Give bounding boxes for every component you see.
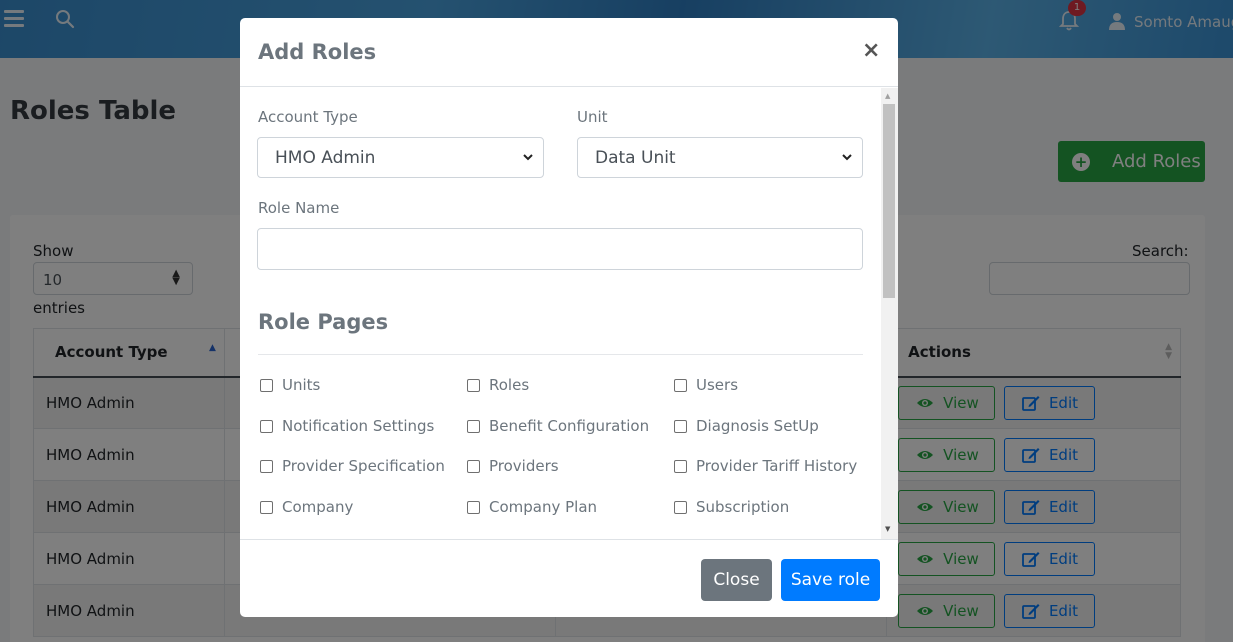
checkbox-roles[interactable]: Roles xyxy=(467,376,529,394)
modal-body: Account Type HMO Admin Unit Data Unit Ro… xyxy=(240,88,898,539)
account-type-label: Account Type xyxy=(258,108,358,126)
unit-value: Data Unit xyxy=(595,148,676,168)
account-type-value: HMO Admin xyxy=(275,148,376,168)
checkbox-users[interactable]: Users xyxy=(674,376,738,394)
divider xyxy=(258,354,863,355)
scroll-up-icon[interactable]: ▲ xyxy=(885,92,890,100)
checkbox-providers[interactable]: Providers xyxy=(467,457,559,475)
checkbox-box[interactable] xyxy=(260,500,273,514)
checkbox-box[interactable] xyxy=(467,378,480,392)
checkbox-box[interactable] xyxy=(674,378,687,392)
checkbox-box[interactable] xyxy=(674,459,687,473)
checkbox-box[interactable] xyxy=(674,419,687,433)
checkbox-diagnosis-setup[interactable]: Diagnosis SetUp xyxy=(674,417,819,435)
checkbox-provider-tariff-history[interactable]: Provider Tariff History xyxy=(674,457,857,475)
checkbox-notification-settings[interactable]: Notification Settings xyxy=(260,417,434,435)
account-type-select[interactable]: HMO Admin xyxy=(257,137,544,178)
role-pages-title: Role Pages xyxy=(258,310,389,334)
unit-label: Unit xyxy=(577,108,608,126)
save-role-button[interactable]: Save role xyxy=(781,559,880,601)
role-name-input[interactable] xyxy=(257,228,863,270)
modal-scrollbar[interactable]: ▲ ▼ xyxy=(881,88,898,539)
checkbox-box[interactable] xyxy=(467,459,480,473)
close-button[interactable]: Close xyxy=(701,559,772,601)
checkbox-box[interactable] xyxy=(467,500,480,514)
checkbox-company[interactable]: Company xyxy=(260,498,353,516)
scroll-down-icon[interactable]: ▼ xyxy=(885,525,890,533)
role-name-label: Role Name xyxy=(258,199,340,217)
checkbox-subscription[interactable]: Subscription xyxy=(674,498,789,516)
checkbox-units[interactable]: Units xyxy=(260,376,320,394)
modal-title: Add Roles xyxy=(258,40,377,64)
checkbox-benefit-configuration[interactable]: Benefit Configuration xyxy=(467,417,649,435)
chevron-down-icon xyxy=(523,154,533,161)
unit-select[interactable]: Data Unit xyxy=(577,137,863,178)
checkbox-box[interactable] xyxy=(260,378,273,392)
checkbox-box[interactable] xyxy=(467,419,480,433)
modal-header: Add Roles × xyxy=(240,18,898,87)
scrollbar-thumb[interactable] xyxy=(883,104,895,298)
checkbox-company-plan[interactable]: Company Plan xyxy=(467,498,597,516)
checkbox-box[interactable] xyxy=(260,419,273,433)
add-roles-modal: Add Roles × Account Type HMO Admin Unit … xyxy=(240,18,898,617)
chevron-down-icon xyxy=(842,154,852,161)
modal-footer: Close Save role xyxy=(240,539,898,617)
checkbox-box[interactable] xyxy=(260,459,273,473)
checkbox-box[interactable] xyxy=(674,500,687,514)
checkbox-provider-specification[interactable]: Provider Specification xyxy=(260,457,445,475)
close-icon[interactable]: × xyxy=(862,38,880,63)
